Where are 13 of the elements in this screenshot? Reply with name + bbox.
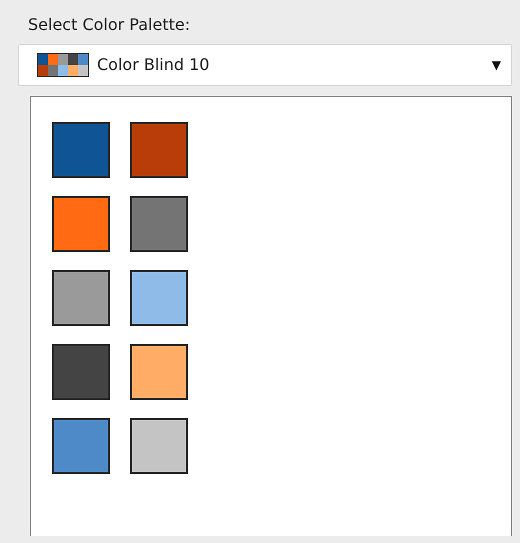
color-swatch[interactable] [130, 196, 188, 252]
color-swatch[interactable] [52, 196, 110, 252]
palette-dropdown[interactable]: Color Blind 10 ▼ [18, 44, 512, 86]
color-swatch[interactable] [130, 122, 188, 178]
palette-preview-icon [37, 53, 89, 77]
color-swatch[interactable] [52, 270, 110, 326]
color-swatch[interactable] [130, 270, 188, 326]
color-swatch[interactable] [52, 344, 110, 400]
color-swatch[interactable] [52, 122, 110, 178]
field-label: Select Color Palette: [28, 14, 192, 36]
color-swatch[interactable] [130, 418, 188, 474]
color-swatch[interactable] [130, 344, 188, 400]
color-swatch[interactable] [52, 418, 110, 474]
